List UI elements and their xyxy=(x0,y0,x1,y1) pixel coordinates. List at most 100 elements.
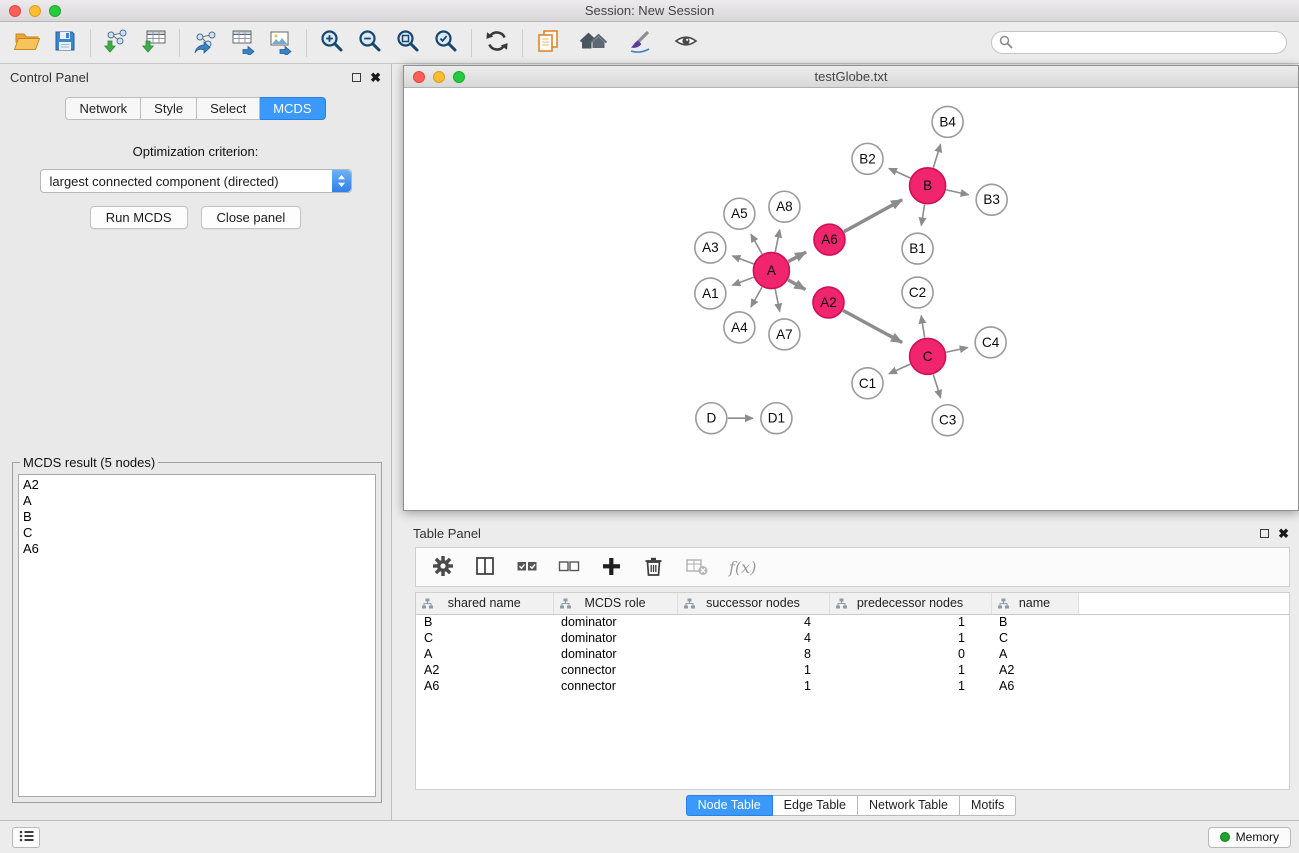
table-cell[interactable]: C xyxy=(991,630,1078,646)
tab-edge-table[interactable]: Edge Table xyxy=(773,795,858,816)
result-item[interactable]: A xyxy=(19,493,375,509)
node-B4[interactable]: B4 xyxy=(932,106,963,137)
close-table-panel-icon[interactable]: ✖ xyxy=(1278,527,1289,540)
node-A8[interactable]: A8 xyxy=(769,191,800,222)
optimization-criterion-select[interactable]: largest connected component (directed) xyxy=(40,169,352,193)
edge-B-B3[interactable] xyxy=(946,190,968,195)
node-A4[interactable]: A4 xyxy=(724,312,755,343)
import-table-button[interactable] xyxy=(137,26,171,60)
edge-C-C2[interactable] xyxy=(921,316,925,338)
edge-B-B4[interactable] xyxy=(933,144,940,167)
table-cell[interactable]: 1 xyxy=(677,662,829,678)
tab-network-table[interactable]: Network Table xyxy=(858,795,960,816)
table-row[interactable]: A6connector11A6 xyxy=(416,678,1289,694)
node-B[interactable]: B xyxy=(910,168,946,204)
edge-B-B1[interactable] xyxy=(921,205,924,226)
column-header[interactable]: MCDS role xyxy=(553,593,677,614)
select-all-button[interactable] xyxy=(516,555,538,580)
tab-select[interactable]: Select xyxy=(197,97,260,120)
result-item[interactable]: A2 xyxy=(19,477,375,493)
export-table-button[interactable] xyxy=(226,26,260,60)
tab-motifs[interactable]: Motifs xyxy=(960,795,1016,816)
minimize-window-button[interactable] xyxy=(29,5,41,17)
edge-A-A6[interactable] xyxy=(788,252,806,261)
edge-A6-B[interactable] xyxy=(844,200,902,232)
edge-A-A8[interactable] xyxy=(775,230,780,252)
tab-network[interactable]: Network xyxy=(65,97,141,120)
table-settings-button[interactable] xyxy=(432,555,454,580)
node-C4[interactable]: C4 xyxy=(975,327,1006,358)
column-header[interactable]: shared name xyxy=(416,593,553,614)
table-cell[interactable]: A xyxy=(991,646,1078,662)
column-header[interactable]: name xyxy=(991,593,1078,614)
table-cell[interactable]: 0 xyxy=(829,646,991,662)
edge-B-B2[interactable] xyxy=(889,168,910,178)
node-A5[interactable]: A5 xyxy=(724,198,755,229)
table-cell[interactable]: C xyxy=(416,630,553,646)
edge-A-A1[interactable] xyxy=(732,277,753,285)
zoom-in-button[interactable] xyxy=(315,26,349,60)
table-cell[interactable]: 8 xyxy=(677,646,829,662)
refresh-button[interactable] xyxy=(480,26,514,60)
table-cell[interactable]: B xyxy=(991,614,1078,630)
table-cell[interactable]: 1 xyxy=(829,662,991,678)
tab-mcds[interactable]: MCDS xyxy=(260,97,325,120)
home-layout-button[interactable] xyxy=(577,26,611,60)
table-cell[interactable]: 1 xyxy=(677,678,829,694)
table-row[interactable]: Adominator80A xyxy=(416,646,1289,662)
export-network-button[interactable] xyxy=(188,26,222,60)
table-cell[interactable]: 1 xyxy=(829,678,991,694)
close-panel-button[interactable]: Close panel xyxy=(201,206,302,229)
table-cell[interactable]: dominator xyxy=(553,630,677,646)
node-D[interactable]: D xyxy=(696,403,727,434)
apply-style-button[interactable] xyxy=(623,26,657,60)
node-C[interactable]: C xyxy=(910,338,946,374)
zoom-fit-button[interactable] xyxy=(391,26,425,60)
open-file-button[interactable] xyxy=(10,26,44,60)
table-cell[interactable]: connector xyxy=(553,662,677,678)
node-C2[interactable]: C2 xyxy=(902,277,933,308)
result-item[interactable]: A6 xyxy=(19,541,375,557)
edge-A-A5[interactable] xyxy=(751,234,762,254)
node-A3[interactable]: A3 xyxy=(695,232,726,263)
table-cell[interactable]: connector xyxy=(553,678,677,694)
node-A7[interactable]: A7 xyxy=(769,319,800,350)
table-cell[interactable]: A6 xyxy=(416,678,553,694)
edge-C-C3[interactable] xyxy=(933,374,940,397)
table-row[interactable]: Bdominator41B xyxy=(416,614,1289,630)
table-cell[interactable]: A xyxy=(416,646,553,662)
float-table-panel-icon[interactable] xyxy=(1260,529,1269,538)
node-B1[interactable]: B1 xyxy=(902,233,933,264)
export-image-button[interactable] xyxy=(264,26,298,60)
edge-A2-C[interactable] xyxy=(843,310,902,342)
node-A6[interactable]: A6 xyxy=(814,224,845,255)
table-cell[interactable]: A2 xyxy=(416,662,553,678)
show-graphics-button[interactable] xyxy=(669,26,703,60)
zoom-out-button[interactable] xyxy=(353,26,387,60)
edge-A-A3[interactable] xyxy=(732,256,753,264)
tab-style[interactable]: Style xyxy=(141,97,197,120)
network-window-titlebar[interactable]: testGlobe.txt xyxy=(404,66,1298,88)
table-cell[interactable]: 4 xyxy=(677,630,829,646)
result-item[interactable]: C xyxy=(19,525,375,541)
save-session-button[interactable] xyxy=(48,26,82,60)
apply-function-button[interactable]: f(x) xyxy=(729,558,756,577)
edge-A-A7[interactable] xyxy=(775,289,780,311)
network-minimize-button[interactable] xyxy=(433,71,445,83)
show-columns-button[interactable] xyxy=(474,555,496,580)
node-B2[interactable]: B2 xyxy=(852,143,883,174)
table-cell[interactable]: 1 xyxy=(829,614,991,630)
node-D1[interactable]: D1 xyxy=(761,403,792,434)
node-A1[interactable]: A1 xyxy=(695,278,726,309)
edge-C-C1[interactable] xyxy=(889,364,910,374)
table-cell[interactable]: 1 xyxy=(829,630,991,646)
maximize-window-button[interactable] xyxy=(49,5,61,17)
delete-table-button[interactable] xyxy=(685,555,709,580)
table-row[interactable]: A2connector11A2 xyxy=(416,662,1289,678)
column-header[interactable]: successor nodes xyxy=(677,593,829,614)
node-A[interactable]: A xyxy=(753,253,789,289)
edge-C-C4[interactable] xyxy=(946,347,968,352)
table-cell[interactable]: dominator xyxy=(553,614,677,630)
show-panel-list-button[interactable] xyxy=(12,827,40,848)
column-header[interactable]: predecessor nodes xyxy=(829,593,991,614)
